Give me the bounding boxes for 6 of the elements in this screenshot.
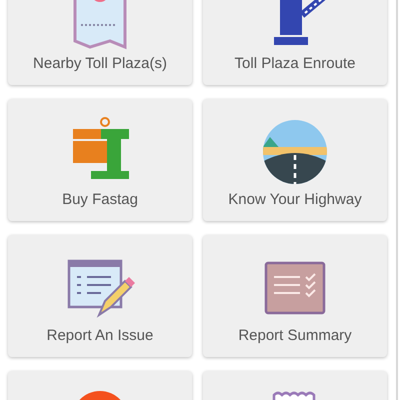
menu-tile[interactable]: Toll Plaza Enroute: [203, 0, 387, 85]
menu-tile[interactable]: Buy Fastag: [8, 99, 192, 221]
menu-tile[interactable]: Know Your Highway: [203, 99, 387, 221]
menu-tile[interactable]: Report Summary: [203, 235, 387, 357]
menu-tile[interactable]: Nearby Toll Plaza(s): [8, 0, 192, 85]
menu-tile[interactable]: Report An Issue: [8, 235, 192, 357]
